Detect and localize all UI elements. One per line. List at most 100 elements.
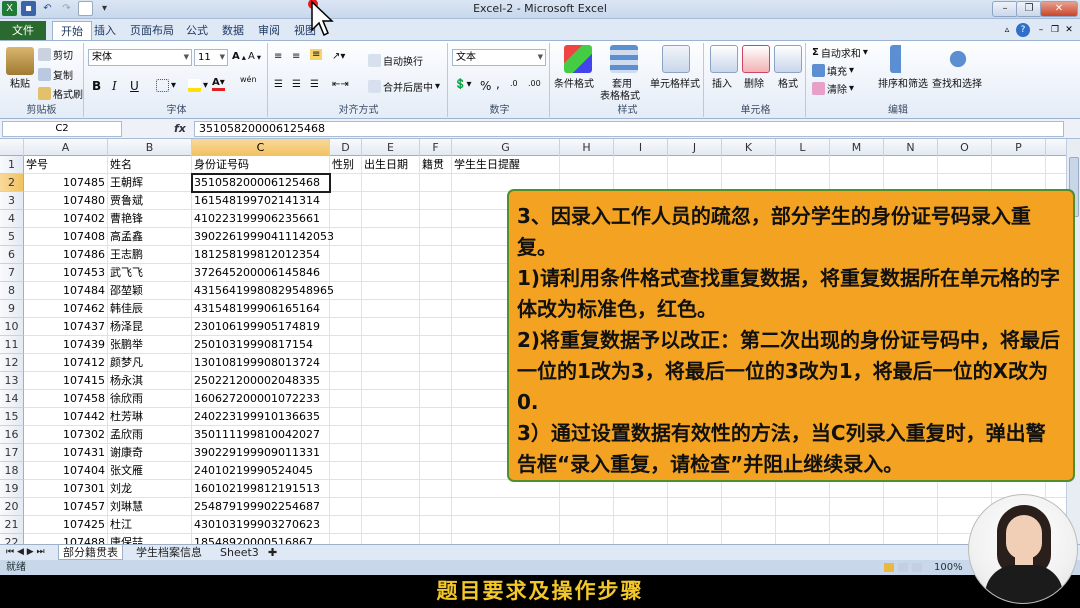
- cell-c21[interactable]: 430103199903270623: [192, 516, 330, 534]
- paste-icon[interactable]: [6, 47, 34, 75]
- font-size-combo[interactable]: 11 ▼: [194, 49, 228, 66]
- find-select-button[interactable]: 查找和选择: [932, 75, 982, 90]
- cell-f8[interactable]: [420, 282, 452, 300]
- cell-f7[interactable]: [420, 264, 452, 282]
- delete-cells-button[interactable]: 删除: [744, 75, 764, 90]
- cell-b1[interactable]: 姓名: [108, 156, 192, 174]
- cell-e9[interactable]: [362, 300, 420, 318]
- cell-d17[interactable]: [330, 444, 362, 462]
- cell-e1[interactable]: 出生日期: [362, 156, 420, 174]
- column-header-j[interactable]: J: [668, 139, 722, 156]
- cell-e12[interactable]: [362, 354, 420, 372]
- tab-page-layout[interactable]: 页面布局: [122, 21, 182, 40]
- doc-close-icon[interactable]: ✕: [1062, 23, 1076, 37]
- cell-empty[interactable]: [830, 498, 884, 516]
- cell-e5[interactable]: [362, 228, 420, 246]
- cell-b16[interactable]: 孟欣雨: [108, 426, 192, 444]
- cell-e2[interactable]: [362, 174, 420, 192]
- help-icon[interactable]: ?: [1016, 23, 1030, 37]
- cell-d13[interactable]: [330, 372, 362, 390]
- font-name-combo[interactable]: 宋体 ▼: [88, 49, 192, 66]
- cell-f17[interactable]: [420, 444, 452, 462]
- cell-c20[interactable]: 254879199902254687: [192, 498, 330, 516]
- cell-b7[interactable]: 武飞飞: [108, 264, 192, 282]
- cell-a14[interactable]: 107458: [24, 390, 108, 408]
- cell-empty[interactable]: [884, 516, 938, 534]
- underline-button[interactable]: U: [130, 79, 139, 93]
- cell-e10[interactable]: [362, 318, 420, 336]
- cell-d12[interactable]: [330, 354, 362, 372]
- cell-c13[interactable]: 250221200002048335: [192, 372, 330, 390]
- fill-color-icon[interactable]: ▾: [188, 79, 208, 92]
- conditional-format-icon[interactable]: [564, 45, 592, 73]
- cell-a7[interactable]: 107453: [24, 264, 108, 282]
- column-header-d[interactable]: D: [330, 139, 362, 156]
- comma-button[interactable]: ,: [496, 77, 500, 91]
- cell-c19[interactable]: 160102199812191513: [192, 480, 330, 498]
- cell-a15[interactable]: 107442: [24, 408, 108, 426]
- cell-b13[interactable]: 杨永淇: [108, 372, 192, 390]
- cell-b20[interactable]: 刘琳慧: [108, 498, 192, 516]
- row-header[interactable]: 10: [0, 318, 24, 336]
- cell-a21[interactable]: 107425: [24, 516, 108, 534]
- font-color-icon[interactable]: A▾: [212, 77, 225, 91]
- cell-b2[interactable]: 王朝辉: [108, 174, 192, 192]
- row-header[interactable]: 18: [0, 462, 24, 480]
- cell-f14[interactable]: [420, 390, 452, 408]
- tab-file[interactable]: 文件: [0, 21, 46, 40]
- view-normal-icon[interactable]: [884, 563, 894, 572]
- doc-minimize-icon[interactable]: –: [1034, 23, 1048, 37]
- cell-f18[interactable]: [420, 462, 452, 480]
- sheet-tab-sheet3[interactable]: Sheet3: [216, 545, 263, 560]
- cell-a5[interactable]: 107408: [24, 228, 108, 246]
- cell-g22[interactable]: [452, 534, 560, 544]
- new-sheet-icon[interactable]: ✚: [264, 545, 281, 560]
- cell-empty[interactable]: [776, 498, 830, 516]
- cell-f9[interactable]: [420, 300, 452, 318]
- cell-empty[interactable]: [830, 156, 884, 174]
- close-button[interactable]: ✕: [1040, 1, 1078, 17]
- cell-b10[interactable]: 杨泽昆: [108, 318, 192, 336]
- cell-c8[interactable]: 431564199808295489​65: [192, 282, 334, 300]
- cell-f19[interactable]: [420, 480, 452, 498]
- format-cells-button[interactable]: 格式: [778, 75, 798, 90]
- cell-d20[interactable]: [330, 498, 362, 516]
- clear-button[interactable]: 清除 ▾: [812, 81, 854, 96]
- cell-b8[interactable]: 邵堃颖: [108, 282, 192, 300]
- cell-b19[interactable]: 刘龙: [108, 480, 192, 498]
- align-bottom-icon[interactable]: ≡: [310, 49, 323, 60]
- cell-c18[interactable]: 240102199905240​45: [192, 462, 330, 480]
- row-header[interactable]: 22: [0, 534, 24, 544]
- restore-button[interactable]: ❐: [1016, 1, 1042, 17]
- cell-empty[interactable]: [722, 156, 776, 174]
- row-header[interactable]: 16: [0, 426, 24, 444]
- cell-empty[interactable]: [776, 534, 830, 544]
- cell-c9[interactable]: 431548199906165164: [192, 300, 330, 318]
- cell-empty[interactable]: [1046, 156, 1066, 174]
- doc-restore-icon[interactable]: ❐: [1048, 23, 1062, 37]
- cell-a18[interactable]: 107404: [24, 462, 108, 480]
- cell-e14[interactable]: [362, 390, 420, 408]
- zoom-level[interactable]: 100%: [934, 560, 963, 575]
- cell-f21[interactable]: [420, 516, 452, 534]
- cell-d6[interactable]: [330, 246, 362, 264]
- row-header[interactable]: 5: [0, 228, 24, 246]
- cell-f1[interactable]: 籍贯: [420, 156, 452, 174]
- column-header-l[interactable]: L: [776, 139, 830, 156]
- number-format-combo[interactable]: 文本 ▼: [452, 49, 546, 66]
- row-header[interactable]: 14: [0, 390, 24, 408]
- cell-empty[interactable]: [776, 516, 830, 534]
- cell-a20[interactable]: 107457: [24, 498, 108, 516]
- column-header-h[interactable]: H: [560, 139, 614, 156]
- cell-c6[interactable]: 181258199812012354: [192, 246, 330, 264]
- cell-f15[interactable]: [420, 408, 452, 426]
- column-header-c[interactable]: C: [192, 139, 330, 156]
- cell-empty[interactable]: [614, 480, 668, 498]
- cell-empty[interactable]: [884, 156, 938, 174]
- cell-b15[interactable]: 杜芳琳: [108, 408, 192, 426]
- cell-d21[interactable]: [330, 516, 362, 534]
- cell-a13[interactable]: 107415: [24, 372, 108, 390]
- cell-f16[interactable]: [420, 426, 452, 444]
- row-header[interactable]: 2: [0, 174, 24, 192]
- cell-a1[interactable]: 学号: [24, 156, 108, 174]
